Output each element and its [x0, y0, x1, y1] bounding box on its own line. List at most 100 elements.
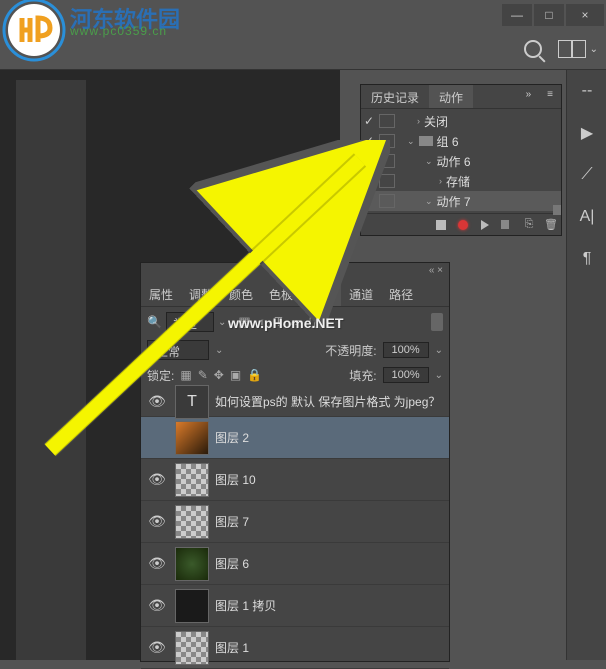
workspace-icon: [558, 40, 586, 58]
tab-layers[interactable]: 图层: [301, 281, 341, 306]
layer-list: 👁 T 如何设置ps的 默认 保存图片格式 为jpeg？ 图层 2 👁 图层 1…: [141, 387, 449, 669]
action-label: 动作 6: [437, 153, 471, 170]
right-toolbar: -- ▶ ⟋ A| ¶: [566, 70, 606, 660]
filter-type-select[interactable]: 类型: [166, 312, 214, 332]
check-icon[interactable]: ✓: [361, 174, 377, 188]
tab-color[interactable]: 颜色: [221, 281, 261, 306]
maximize-button[interactable]: □: [534, 4, 564, 26]
action-item[interactable]: ⌄ 动作 7: [361, 191, 561, 211]
expand-arrow-icon[interactable]: ⌄: [407, 136, 415, 147]
visibility-icon[interactable]: 👁: [145, 597, 169, 614]
dialog-toggle[interactable]: [379, 174, 395, 188]
visibility-icon[interactable]: 👁: [145, 513, 169, 530]
tab-adjust[interactable]: 调整: [181, 281, 221, 306]
layer-row[interactable]: 👁 图层 1: [141, 627, 449, 669]
lock-transparency-icon[interactable]: ▦: [180, 368, 191, 382]
layer-row[interactable]: 👁 图层 6: [141, 543, 449, 585]
layer-row[interactable]: 👁 图层 7: [141, 501, 449, 543]
lock-artboard-icon[interactable]: ▣: [230, 368, 241, 382]
dialog-toggle[interactable]: [379, 114, 395, 128]
visibility-icon[interactable]: 👁: [145, 393, 169, 410]
actions-panel-tabs: 历史记录 动作 » ≡: [361, 85, 561, 109]
visibility-icon[interactable]: 👁: [145, 555, 169, 572]
expand-arrow-icon[interactable]: ›: [439, 176, 442, 186]
actions-panel: 历史记录 动作 » ≡ ✓ › 关闭 ✓ ⌄ 组 6 ✓ ⌄ 动作 6: [360, 84, 562, 236]
expand-arrow-icon[interactable]: ⌄: [425, 156, 433, 167]
play-icon[interactable]: ▶: [567, 112, 606, 154]
filter-pixel-icon[interactable]: ▦: [238, 314, 250, 330]
layer-name: 如何设置ps的 默认 保存图片格式 为jpeg？: [215, 393, 440, 410]
tab-swatch[interactable]: 色板: [261, 281, 301, 306]
check-icon[interactable]: ✓: [361, 114, 377, 128]
lock-position-icon[interactable]: ✥: [214, 368, 224, 382]
fill-label: 填充:: [349, 367, 376, 384]
tab-paths[interactable]: 路径: [381, 281, 421, 306]
app-logo-icon: [2, 0, 66, 62]
dialog-toggle[interactable]: [379, 134, 395, 148]
action-item[interactable]: ✓ ⌄ 动作 6: [361, 151, 561, 171]
tab-history[interactable]: 历史记录: [361, 85, 429, 108]
layer-row[interactable]: 图层 2: [141, 417, 449, 459]
layers-panel: « × 属性 调整 颜色 色板 图层 通道 路径 🔍 类型 ⌄ ▦ ◐ T ▱ …: [140, 262, 450, 662]
filter-adjust-icon[interactable]: ◐: [259, 314, 267, 330]
chevron-down-icon[interactable]: ⌄: [435, 345, 443, 356]
visibility-icon[interactable]: 👁: [145, 639, 169, 656]
stop-button[interactable]: [435, 219, 447, 231]
opacity-label: 不透明度:: [325, 342, 376, 359]
expand-arrow-icon[interactable]: ›: [417, 116, 420, 126]
minimize-button[interactable]: —: [502, 4, 532, 26]
dialog-toggle[interactable]: [379, 194, 395, 208]
blend-row: 正常 ⌄ 不透明度: 100% ⌄: [141, 337, 449, 363]
tab-actions[interactable]: 动作: [429, 85, 473, 108]
opacity-input[interactable]: 100%: [383, 342, 429, 358]
filter-type-icon[interactable]: T: [275, 314, 283, 330]
new-set-button[interactable]: [501, 219, 513, 231]
workspace-switcher[interactable]: ⌄: [558, 40, 598, 58]
close-button[interactable]: ×: [566, 4, 604, 26]
tab-properties[interactable]: 属性: [141, 281, 181, 306]
visibility-icon[interactable]: 👁: [145, 471, 169, 488]
layer-name: 图层 6: [215, 555, 249, 572]
new-action-button[interactable]: ⎘: [523, 219, 535, 231]
action-item[interactable]: ✓ › 存储: [361, 171, 561, 191]
layer-row[interactable]: 👁 图层 10: [141, 459, 449, 501]
delete-button[interactable]: 🗑: [545, 219, 557, 231]
scrollbar-thumb[interactable]: [553, 205, 561, 215]
layer-row[interactable]: 👁 图层 1 拷贝: [141, 585, 449, 627]
record-button[interactable]: [457, 219, 469, 231]
filter-smart-icon[interactable]: ◫: [308, 314, 320, 330]
expand-arrow-icon[interactable]: ⌄: [425, 196, 433, 207]
layer-name: 图层 2: [215, 429, 249, 446]
panel-expand-button[interactable]: »: [518, 85, 540, 108]
layer-thumbnail: [175, 505, 209, 539]
action-label: 关闭: [424, 113, 448, 130]
title-bar: 河东软件园 www.pc0359.cn — □ ×: [0, 0, 606, 30]
layer-row[interactable]: 👁 T 如何设置ps的 默认 保存图片格式 为jpeg？: [141, 387, 449, 417]
layer-filter-row: 🔍 类型 ⌄ ▦ ◐ T ▱ ◫: [141, 307, 449, 337]
filter-shape-icon[interactable]: ▱: [290, 314, 300, 330]
filter-icons: ▦ ◐ T ▱ ◫: [238, 314, 320, 330]
character-icon[interactable]: A|: [567, 196, 606, 238]
dialog-toggle[interactable]: [379, 154, 395, 168]
blend-mode-select[interactable]: 正常: [147, 340, 209, 360]
panel-collapse-icon[interactable]: « ×: [429, 265, 443, 279]
check-icon[interactable]: ✓: [361, 154, 377, 168]
tab-channels[interactable]: 通道: [341, 281, 381, 306]
collapse-icon[interactable]: --: [567, 70, 606, 112]
brush-icon[interactable]: ⟋: [567, 154, 606, 196]
layer-thumbnail: [175, 589, 209, 623]
filter-toggle[interactable]: [431, 313, 443, 331]
paragraph-icon[interactable]: ¶: [567, 238, 606, 280]
chevron-down-icon[interactable]: ⌄: [435, 370, 443, 381]
panel-menu-icon[interactable]: ≡: [539, 85, 561, 108]
window-controls: — □ ×: [500, 4, 604, 26]
search-icon[interactable]: [524, 40, 542, 58]
action-item[interactable]: ✓ ⌄ 组 6: [361, 131, 561, 151]
actions-toolbar: ⎘ 🗑: [361, 213, 561, 235]
lock-all-icon[interactable]: 🔒: [247, 368, 262, 382]
play-button[interactable]: [479, 219, 491, 231]
check-icon[interactable]: ✓: [361, 134, 377, 148]
action-item[interactable]: ✓ › 关闭: [361, 111, 561, 131]
fill-input[interactable]: 100%: [383, 367, 429, 383]
lock-image-icon[interactable]: ✎: [198, 368, 208, 382]
